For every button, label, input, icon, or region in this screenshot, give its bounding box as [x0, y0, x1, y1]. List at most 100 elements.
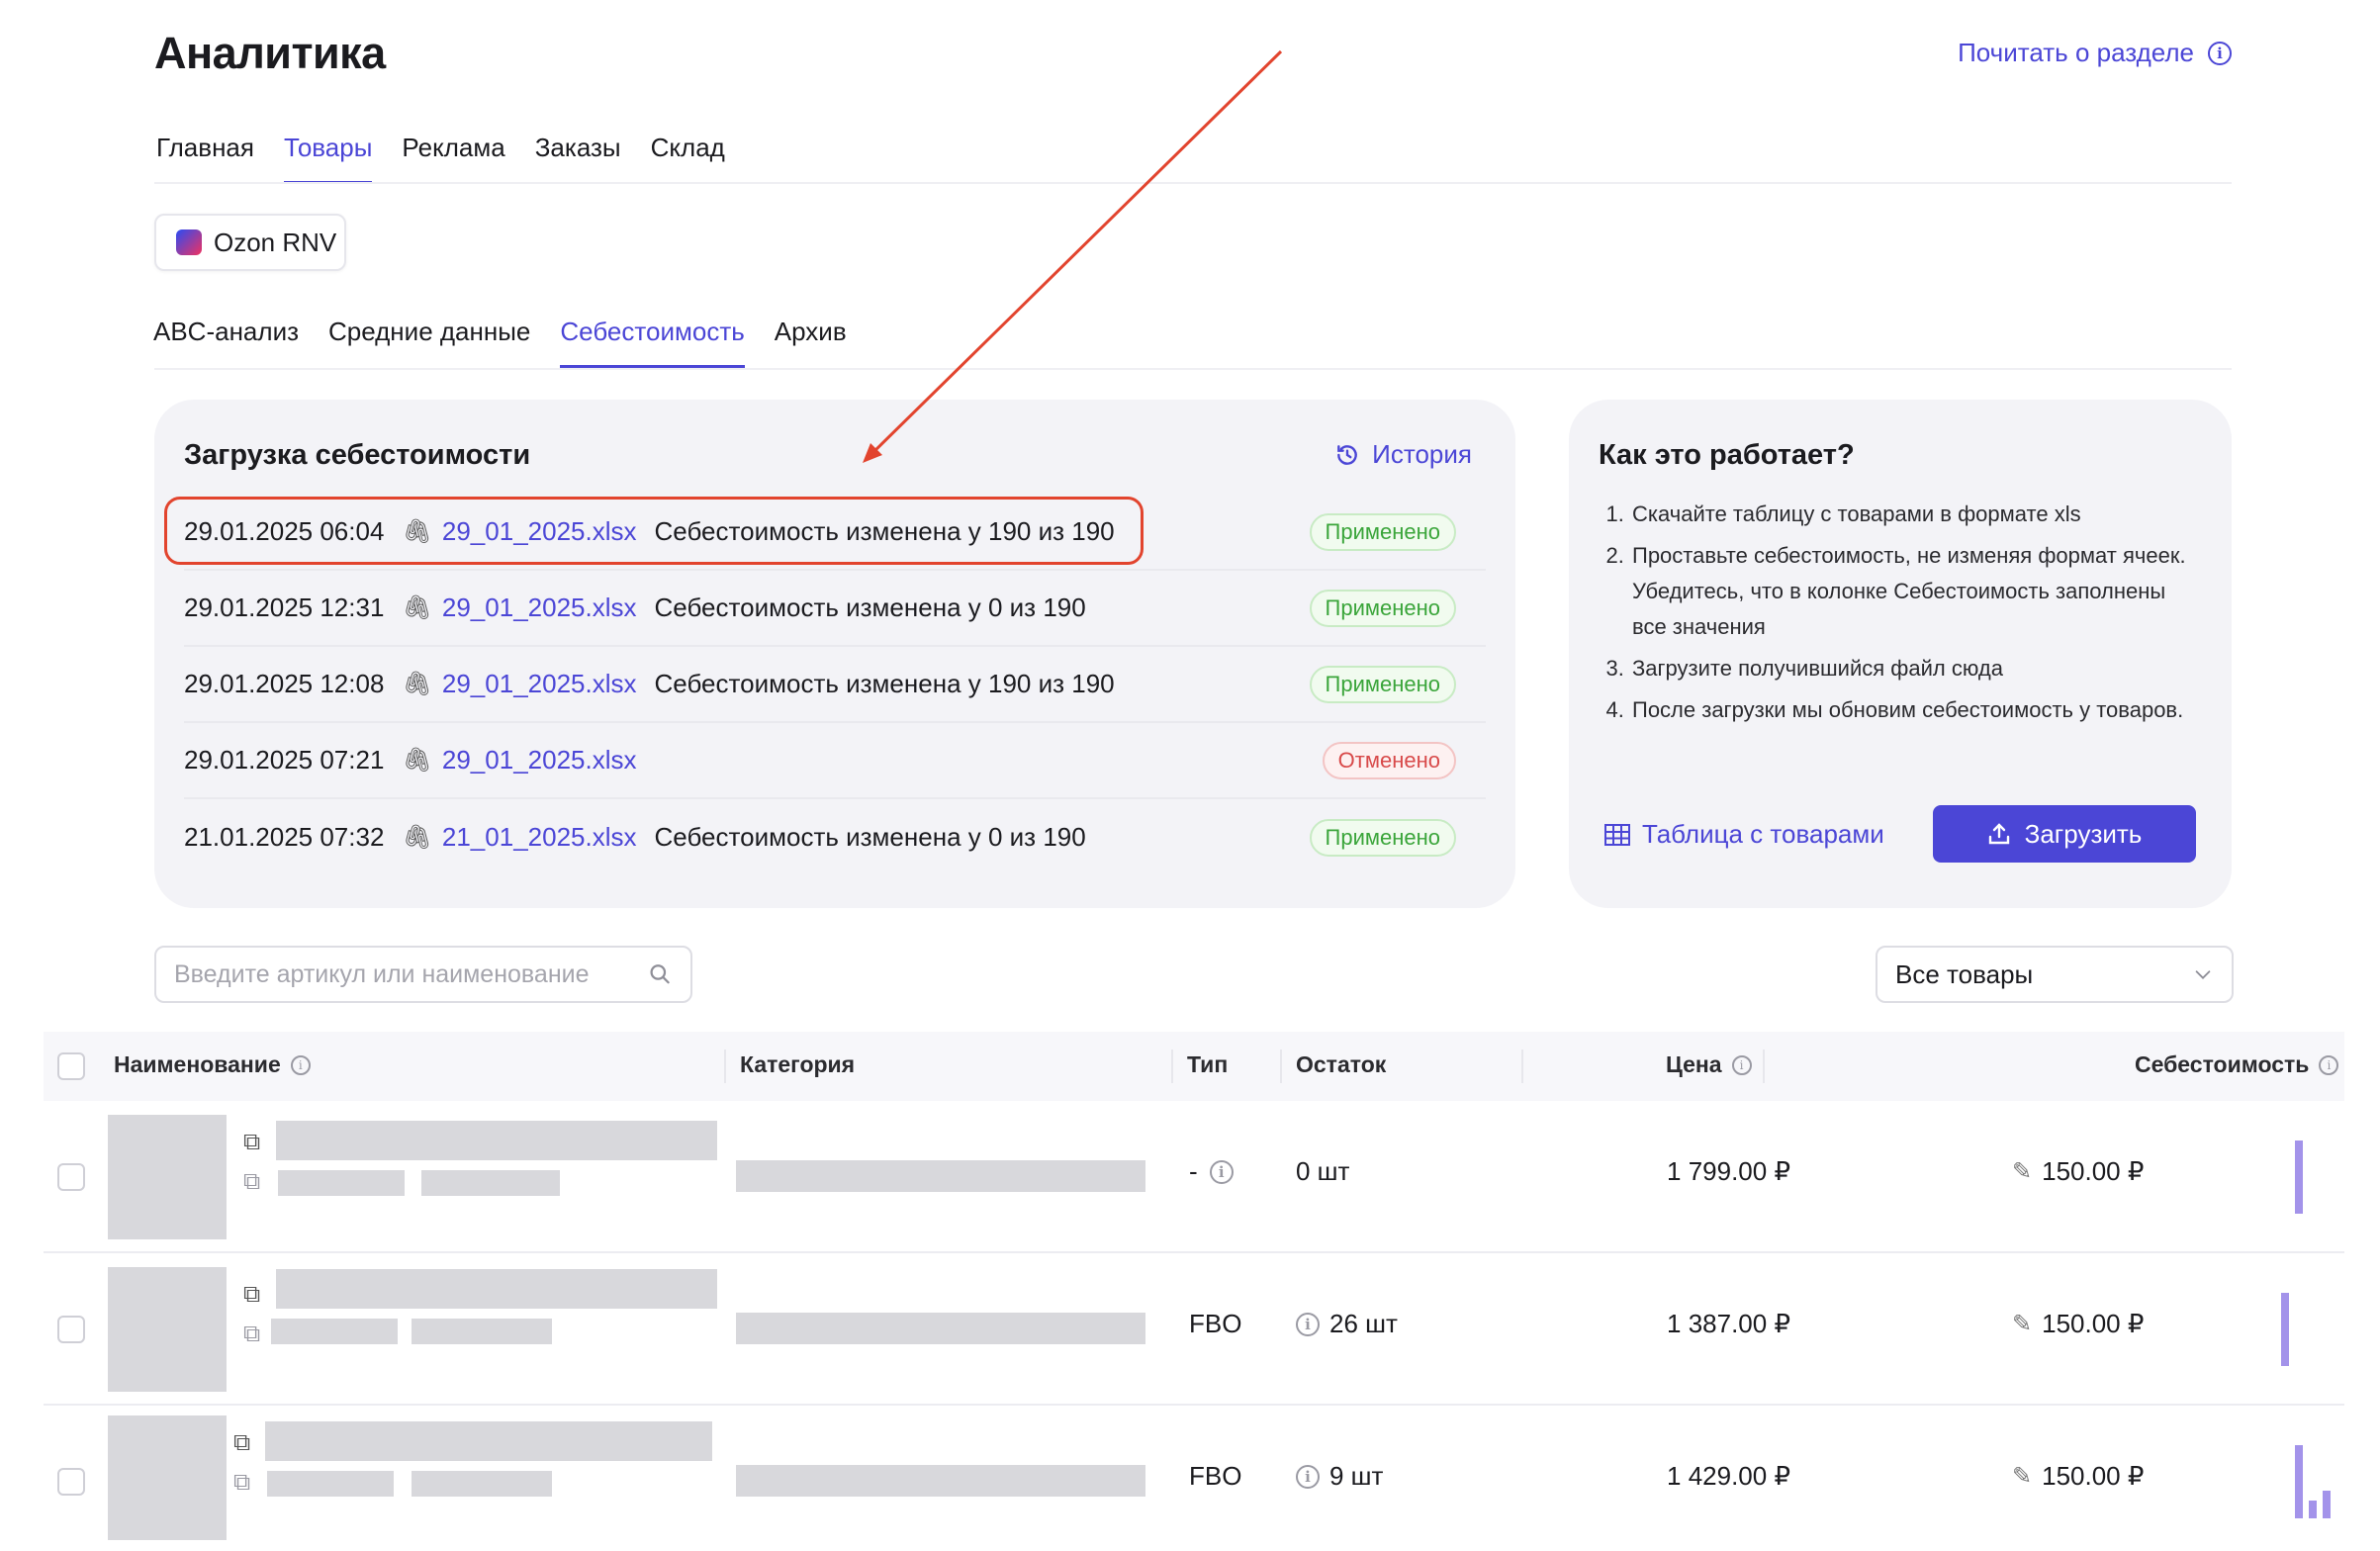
upload-button[interactable]: Загрузить: [1933, 805, 2196, 863]
price-cell: 1 429.00 ₽: [1667, 1461, 1790, 1491]
main-tabs: Главная Товары Реклама Заказы Склад: [156, 133, 725, 184]
info-icon: i: [290, 1054, 311, 1075]
external-link-icon[interactable]: ⧉: [233, 1429, 250, 1457]
tab-main[interactable]: Главная: [156, 133, 254, 184]
upload-date: 29.01.2025 12:08: [184, 669, 385, 698]
search-icon: [650, 964, 671, 984]
type-value: -: [1189, 1156, 1198, 1186]
edit-pencil-icon[interactable]: ✎: [2012, 1157, 2032, 1186]
column-header-stock[interactable]: Остаток: [1296, 1051, 1386, 1078]
read-about-label[interactable]: Почитать о разделе: [1958, 38, 2194, 68]
cost-value: 150.00 ₽: [2042, 1461, 2145, 1491]
upload-row: 29.01.2025 07:21 🖇 29_01_2025.xlsx Отмен…: [184, 723, 1486, 799]
product-sku-redacted: [412, 1319, 552, 1344]
column-header-type[interactable]: Тип: [1187, 1051, 1228, 1078]
type-cell: - i: [1189, 1156, 1234, 1187]
read-about-section-link[interactable]: Почитать о разделе i: [1958, 38, 2232, 68]
info-icon[interactable]: i: [1296, 1312, 1320, 1336]
external-link-icon[interactable]: ⧉: [243, 1321, 260, 1348]
product-sku-redacted: [267, 1471, 394, 1497]
status-badge: Применено: [1309, 818, 1456, 857]
product-name-redacted: [276, 1269, 717, 1309]
row-checkbox[interactable]: [57, 1468, 85, 1496]
products-table-link[interactable]: Таблица с товарами: [1604, 819, 1884, 850]
column-separator: [724, 1049, 726, 1083]
tab-ads[interactable]: Реклама: [402, 133, 504, 184]
external-link-icon[interactable]: ⧉: [233, 1469, 250, 1497]
info-icon: i: [2208, 41, 2232, 65]
search-field[interactable]: [154, 946, 692, 1003]
how-step: Скачайте таблицу с товарами в формате xl…: [1630, 497, 2192, 532]
column-category-label: Категория: [740, 1051, 856, 1077]
row-checkbox[interactable]: [57, 1316, 85, 1343]
divider: [154, 368, 2232, 370]
status-badge: Применено: [1309, 665, 1456, 703]
ozon-logo-icon: [176, 229, 202, 255]
history-icon: [1337, 444, 1357, 465]
how-it-works-card: Как это работает? Скачайте таблицу с тов…: [1569, 400, 2232, 908]
info-icon: i: [1731, 1054, 1752, 1075]
products-filter-select[interactable]: Все товары: [1876, 946, 2234, 1003]
search-input[interactable]: [174, 959, 649, 989]
table-row[interactable]: ⧉ ⧉ - i 0 шт 1 799.00 ₽ ✎ 150.00 ₽: [44, 1101, 2344, 1253]
status-badge: Применено: [1309, 512, 1456, 551]
tab-cost[interactable]: Себестоимость: [560, 317, 745, 368]
tab-warehouse[interactable]: Склад: [651, 133, 725, 184]
type-cell: FBO: [1189, 1461, 1242, 1491]
product-sku-redacted: [278, 1170, 405, 1196]
paperclip-icon: 🖇: [402, 824, 432, 851]
stock-cell: i 9 шт: [1296, 1461, 1383, 1492]
how-step: Проставьте себестоимость, не изменяя фор…: [1630, 538, 2192, 645]
annotation-highlight-box: [164, 497, 1144, 565]
column-type-label: Тип: [1187, 1051, 1229, 1077]
cost-cell[interactable]: ✎ 150.00 ₽: [2012, 1309, 2144, 1339]
table-header: Наименование i Категория Тип Остаток Цен…: [44, 1032, 2344, 1101]
upload-message: Себестоимость изменена у 0 из 190: [654, 822, 1086, 852]
info-icon[interactable]: i: [1296, 1464, 1320, 1489]
external-link-icon[interactable]: ⧉: [243, 1281, 260, 1309]
external-link-icon[interactable]: ⧉: [243, 1168, 260, 1196]
upload-button-label[interactable]: Загрузить: [2025, 819, 2143, 850]
tab-average-data[interactable]: Средние данные: [328, 317, 530, 368]
history-button[interactable]: История: [1334, 439, 1472, 470]
upload-file-link[interactable]: 29_01_2025.xlsx: [442, 745, 637, 776]
column-name-label: Наименование: [114, 1051, 281, 1077]
category-redacted: [736, 1160, 1145, 1192]
cost-cell[interactable]: ✎ 150.00 ₽: [2012, 1156, 2144, 1187]
upload-file-link[interactable]: 21_01_2025.xlsx: [442, 822, 637, 853]
column-header-name[interactable]: Наименование i: [114, 1051, 311, 1078]
tab-abc-analysis[interactable]: ABC-анализ: [153, 317, 299, 368]
shop-selector[interactable]: Ozon RNV: [154, 214, 346, 271]
upload-file-link[interactable]: 29_01_2025.xlsx: [442, 669, 637, 699]
row-checkbox[interactable]: [57, 1163, 85, 1191]
how-step: Загрузите получившийся файл сюда: [1630, 651, 2192, 686]
upload-row: 29.01.2025 12:08 🖇 29_01_2025.xlsx Себес…: [184, 647, 1486, 723]
table-row[interactable]: ⧉ ⧉ FBO i 26 шт 1 387.00 ₽ ✎ 150.00 ₽: [44, 1253, 2344, 1406]
upload-message: Себестоимость изменена у 190 из 190: [654, 669, 1115, 698]
column-header-category[interactable]: Категория: [740, 1051, 855, 1078]
tab-archive[interactable]: Архив: [775, 317, 847, 368]
tab-products[interactable]: Товары: [283, 133, 373, 184]
edit-pencil-icon[interactable]: ✎: [2012, 1310, 2032, 1338]
history-label[interactable]: История: [1372, 439, 1472, 470]
select-all-checkbox[interactable]: [57, 1052, 85, 1080]
cost-upload-card: Загрузка себестоимости История 29.01.202…: [154, 400, 1515, 908]
upload-message: Себестоимость изменена у 0 из 190: [654, 593, 1086, 622]
upload-row: 21.01.2025 07:32 🖇 21_01_2025.xlsx Себес…: [184, 799, 1486, 875]
upload-file-link[interactable]: 29_01_2025.xlsx: [442, 593, 637, 623]
cost-value: 150.00 ₽: [2042, 1156, 2145, 1186]
product-sku-redacted: [421, 1170, 560, 1196]
sparkline-bar: [2323, 1491, 2331, 1518]
table-row[interactable]: ⧉ ⧉ FBO i 9 шт 1 429.00 ₽ ✎ 150.00 ₽: [44, 1406, 2344, 1551]
column-header-cost[interactable]: Себестоимость i: [2135, 1051, 2339, 1078]
external-link-icon[interactable]: ⧉: [243, 1129, 260, 1156]
upload-date: 21.01.2025 07:32: [184, 822, 385, 852]
cost-cell[interactable]: ✎ 150.00 ₽: [2012, 1461, 2144, 1492]
products-table-label[interactable]: Таблица с товарами: [1642, 819, 1884, 850]
product-image: [108, 1267, 227, 1392]
edit-pencil-icon[interactable]: ✎: [2012, 1462, 2032, 1491]
tab-orders[interactable]: Заказы: [535, 133, 621, 184]
paperclip-icon: 🖇: [402, 747, 432, 774]
column-header-price[interactable]: Цена i: [1666, 1051, 1752, 1078]
info-icon[interactable]: i: [1209, 1159, 1234, 1184]
